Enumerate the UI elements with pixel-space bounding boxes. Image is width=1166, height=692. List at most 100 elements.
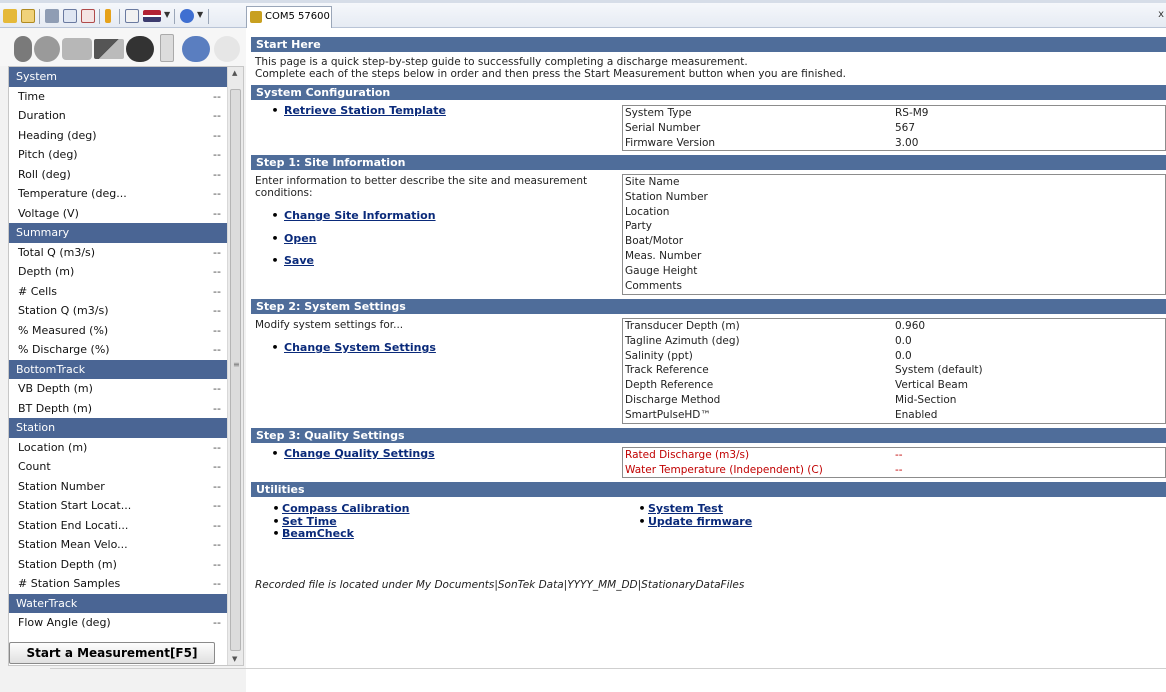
data-row-value: --: [213, 460, 221, 473]
tools-icon[interactable]: [45, 9, 59, 23]
data-row-label: Pitch (deg): [18, 148, 78, 161]
system-settings-box: Transducer Depth (m) 0.960 Tagline Azimuth…: [622, 318, 1166, 424]
close-icon[interactable]: x: [1158, 9, 1164, 20]
data-row-value: --: [213, 128, 221, 142]
data-row-label: Voltage (V): [18, 206, 79, 220]
scroll-thumb[interactable]: ≡: [230, 89, 241, 651]
data-row: Roll (deg) --: [9, 165, 228, 185]
start-here-header: Start Here: [251, 37, 1166, 52]
bullet: •: [271, 209, 279, 222]
scroll-down-icon[interactable]: ▼: [232, 655, 237, 663]
info-label: Tagline Azimuth (deg): [625, 334, 740, 347]
intro-line-2: Complete each of the steps below in orde…: [255, 68, 846, 80]
open-link[interactable]: Open: [284, 232, 317, 245]
data-row-value: --: [213, 304, 221, 317]
step3-header: Step 3: Quality Settings: [251, 428, 1166, 443]
data-row-value: --: [213, 265, 221, 278]
bt-icon: [34, 36, 60, 62]
data-row-label: Station Start Locat...: [18, 499, 132, 512]
site-info-row: Party: [623, 219, 1165, 234]
data-row-label: Location (m): [18, 440, 88, 454]
info-label: SmartPulseHD™: [625, 408, 711, 421]
list-scrollbar[interactable]: ▲ ≡ ▼: [227, 67, 243, 665]
help-icon[interactable]: [180, 9, 194, 23]
compass-calibration-link[interactable]: Compass Calibration: [282, 502, 410, 515]
section-header-watertrack[interactable]: WaterTrack: [9, 593, 228, 613]
update-firmware-link[interactable]: Update firmware: [648, 515, 752, 528]
edit-icon[interactable]: [125, 9, 139, 23]
device-icon: [250, 11, 262, 23]
data-row-value: --: [213, 557, 221, 571]
bullet: •: [638, 515, 646, 528]
info-label: Party: [625, 220, 652, 233]
site-info-row: Station Number: [623, 190, 1165, 205]
title-strip: [0, 0, 1166, 3]
section-header-system[interactable]: System: [9, 67, 228, 87]
data-row-value: --: [213, 109, 221, 122]
section-header-station[interactable]: Station: [9, 418, 228, 438]
change-system-settings-link[interactable]: Change System Settings: [284, 341, 436, 354]
data-row: Pitch (deg) --: [9, 145, 228, 165]
info-label: Meas. Number: [625, 249, 702, 262]
checklist-icon[interactable]: [81, 9, 95, 23]
system-configuration-header: System Configuration: [251, 85, 1166, 100]
hd-icon: [62, 38, 92, 60]
data-row-value: --: [213, 499, 221, 512]
step2-description: Modify system settings for...: [255, 319, 404, 331]
info-value: --: [895, 449, 903, 461]
save-link[interactable]: Save: [284, 254, 314, 267]
info-row-water-temperature: Water Temperature (Independent) (C) --: [623, 463, 1165, 478]
data-row-value: --: [213, 440, 221, 454]
left-panel: System Time -- Duration -- Heading (deg) -- Pit…: [0, 28, 246, 692]
info-label: Site Name: [625, 176, 680, 188]
beamcheck-link[interactable]: BeamCheck: [282, 527, 354, 540]
section-header-bottomtrack[interactable]: BottomTrack: [9, 359, 228, 379]
status-icon-strip: [0, 28, 246, 66]
data-row-label: VB Depth (m): [18, 382, 93, 395]
data-row-label: Station Number: [18, 479, 105, 493]
change-quality-settings-link[interactable]: Change Quality Settings: [284, 447, 435, 460]
start-here-text: This page is a quick step-by-step guide …: [255, 56, 846, 80]
step1-desc-line-1: Enter information to better describe the…: [255, 175, 588, 187]
data-row-value: --: [213, 187, 221, 200]
data-row: # Station Samples --: [9, 574, 228, 594]
start-measurement-button[interactable]: Start a Measurement[F5]: [9, 642, 215, 664]
retrieve-station-template-link[interactable]: Retrieve Station Template: [284, 104, 446, 117]
data-row: Count --: [9, 457, 228, 477]
change-site-information-link[interactable]: Change Site Information: [284, 209, 436, 222]
com-port-tab[interactable]: COM5 57600: [246, 6, 332, 28]
bullet: •: [272, 502, 280, 515]
system-test-link[interactable]: System Test: [648, 502, 723, 515]
data-row: Duration --: [9, 106, 228, 126]
data-row-label: % Measured (%): [18, 323, 109, 337]
info-value: 0.0: [895, 334, 912, 347]
folder-icon[interactable]: [21, 9, 35, 23]
flag-icon[interactable]: [143, 10, 161, 22]
step1-header: Step 1: Site Information: [251, 155, 1166, 170]
chevron-down-icon[interactable]: ▼: [164, 10, 170, 19]
info-value: 0.960: [895, 320, 926, 332]
section-header-summary[interactable]: Summary: [9, 223, 228, 243]
data-row-label: Total Q (m3/s): [18, 245, 96, 259]
data-row: Heading (deg) --: [9, 126, 228, 146]
chevron-down-icon[interactable]: ▼: [197, 10, 203, 19]
warning-icon[interactable]: [105, 9, 111, 23]
battery-icon: [160, 34, 174, 62]
data-row-value: --: [213, 245, 221, 259]
data-row: % Measured (%) --: [9, 321, 228, 341]
save-item: • Save: [266, 254, 314, 267]
data-row: Station Mean Velo... --: [9, 535, 228, 555]
system-setting-row: SmartPulseHD™ Enabled: [623, 408, 1165, 423]
open-item: • Open: [266, 232, 317, 245]
utilities-header: Utilities: [251, 482, 1166, 497]
info-label: Station Number: [625, 190, 708, 203]
data-row: Temperature (deg... --: [9, 184, 228, 204]
live-data-list: System Time -- Duration -- Heading (deg) -- Pit…: [8, 66, 244, 666]
document-icon[interactable]: [63, 9, 77, 23]
toolbar-separator: [99, 9, 100, 24]
open-folder-icon[interactable]: [3, 9, 17, 23]
scroll-up-icon[interactable]: ▲: [232, 69, 237, 77]
info-label: Location: [625, 205, 670, 218]
system-test-item: • System Test: [636, 502, 723, 515]
data-row-label: BT Depth (m): [18, 401, 93, 415]
